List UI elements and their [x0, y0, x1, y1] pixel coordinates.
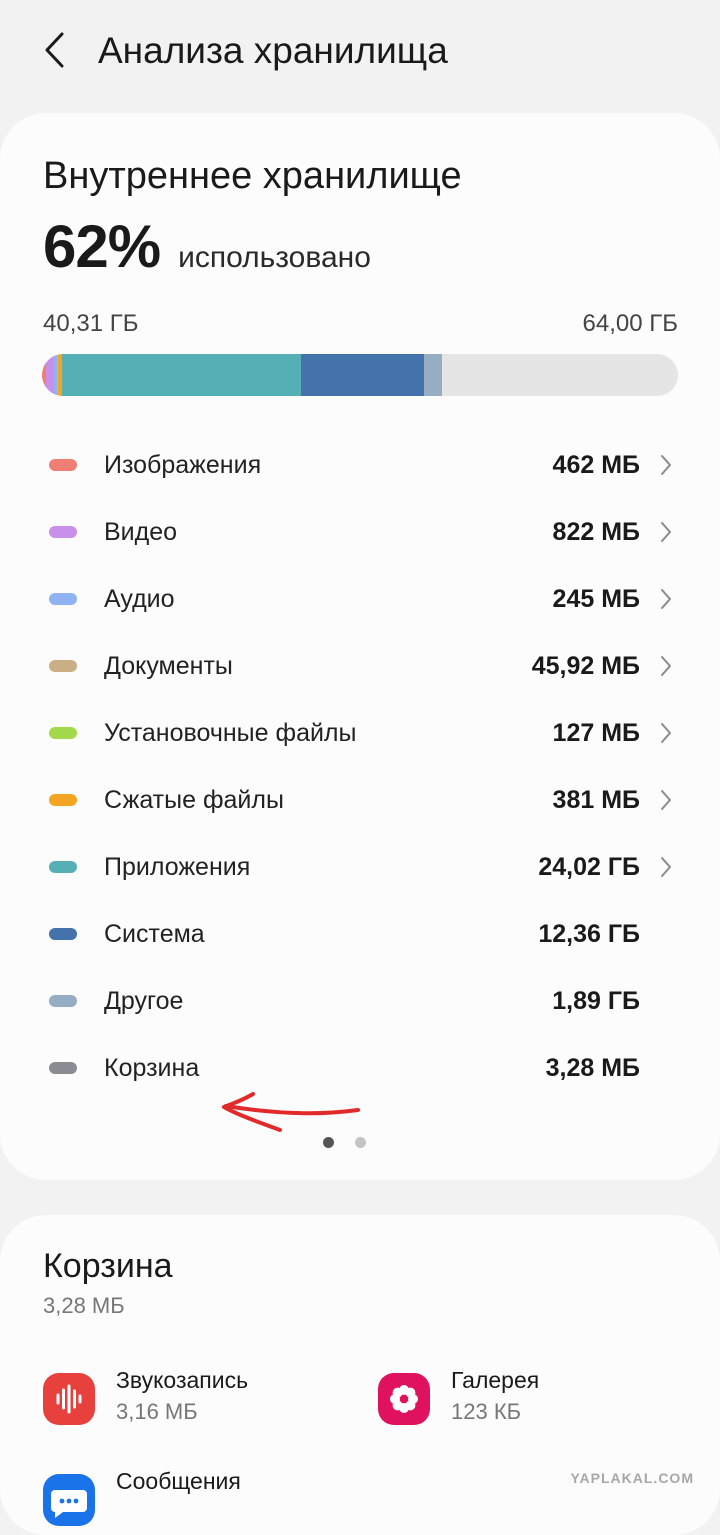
category-size: 245 МБ: [552, 585, 640, 613]
category-size: 381 МБ: [552, 786, 640, 814]
usage-percent-label: использовано: [178, 241, 371, 274]
usage-summary: 62% использовано: [43, 211, 371, 283]
app-bar: Анализа хранилища: [0, 0, 720, 100]
category-color-dot: [49, 794, 77, 806]
category-size: 822 МБ: [552, 518, 640, 546]
storage-usage-bar: [42, 354, 678, 396]
category-color-dot: [49, 861, 77, 873]
page-indicator: [0, 1135, 720, 1149]
chevron-right-icon: [661, 589, 671, 609]
category-label: Документы: [104, 652, 233, 680]
category-row[interactable]: Установочные файлы 127 МБ: [0, 699, 720, 766]
category-size: 127 МБ: [552, 719, 640, 747]
chevron-right-icon: [661, 656, 671, 676]
chevron-right-icon: [661, 522, 671, 542]
voice-recorder-icon: [43, 1373, 95, 1425]
chevron-right-icon: [661, 790, 671, 810]
handdrawn-arrow-annotation: [222, 1092, 360, 1132]
category-label: Приложения: [104, 853, 251, 881]
messages-icon: [43, 1474, 95, 1526]
app-size: 3,16 МБ: [116, 1399, 198, 1424]
category-size: 1,89 ГБ: [552, 987, 640, 1015]
usage-bar-segment: [300, 354, 424, 396]
gallery-flower-icon: [378, 1373, 430, 1425]
app-name: Галерея: [451, 1367, 540, 1393]
category-row: Другое 1,89 ГБ: [0, 967, 720, 1034]
category-color-dot: [49, 727, 77, 739]
category-color-dot: [49, 1062, 77, 1074]
page-dot[interactable]: [322, 1137, 334, 1148]
page-title: Анализа хранилища: [98, 30, 448, 71]
category-color-dot: [49, 526, 77, 538]
category-row[interactable]: Видео 822 МБ: [0, 498, 720, 565]
category-size: 12,36 ГБ: [538, 920, 640, 948]
chevron-right-icon: [661, 857, 671, 877]
usage-bar-segment: [423, 354, 443, 396]
category-label: Аудио: [104, 585, 175, 613]
category-label: Корзина: [104, 1054, 200, 1082]
usage-percent: 62%: [43, 213, 161, 280]
category-label: Установочные файлы: [104, 719, 357, 747]
trash-size: 3,28 МБ: [43, 1293, 125, 1318]
category-label: Сжатые файлы: [104, 786, 284, 814]
category-label: Видео: [104, 518, 178, 546]
app-size: 123 КБ: [451, 1399, 522, 1424]
category-row[interactable]: Изображения 462 МБ: [0, 431, 720, 498]
category-color-dot: [49, 928, 77, 940]
category-label: Изображения: [104, 451, 262, 479]
category-list: Изображения 462 МБ Видео 822 МБ Аудио 245 МБ Д…: [0, 431, 720, 1101]
storage-title: Внутреннее хранилище: [43, 155, 462, 197]
chevron-left-icon: [45, 32, 64, 68]
category-color-dot: [49, 459, 77, 471]
usage-bar-segment: [62, 354, 301, 396]
app-name: Сообщения: [116, 1468, 241, 1494]
category-color-dot: [49, 660, 77, 672]
used-amount: 40,31 ГБ: [43, 310, 139, 337]
category-row[interactable]: Приложения 24,02 ГБ: [0, 833, 720, 900]
category-color-dot: [49, 593, 77, 605]
category-size: 45,92 МБ: [531, 652, 640, 680]
total-amount: 64,00 ГБ: [582, 310, 678, 337]
page-dot[interactable]: [354, 1137, 366, 1148]
trash-title: Корзина: [43, 1247, 173, 1285]
category-size: 3,28 МБ: [545, 1054, 640, 1082]
watermark: YAPLAKAL.COM: [570, 1470, 694, 1486]
trash-card: Корзина 3,28 МБ Звукозапись 3,16 МБ Гале…: [0, 1215, 720, 1535]
usage-bar-segment: [46, 354, 55, 396]
chevron-right-icon: [661, 723, 671, 743]
category-color-dot: [49, 995, 77, 1007]
internal-storage-card: Внутреннее хранилище 62% использовано 40…: [0, 113, 720, 1180]
category-label: Другое: [104, 987, 184, 1015]
category-size: 24,02 ГБ: [538, 853, 640, 881]
category-row: Система 12,36 ГБ: [0, 900, 720, 967]
category-size: 462 МБ: [552, 451, 640, 479]
category-label: Система: [104, 920, 205, 948]
app-name: Звукозапись: [116, 1367, 249, 1393]
chevron-right-icon: [661, 455, 671, 475]
category-row[interactable]: Сжатые файлы 381 МБ: [0, 766, 720, 833]
category-row[interactable]: Аудио 245 МБ: [0, 565, 720, 632]
category-row[interactable]: Документы 45,92 МБ: [0, 632, 720, 699]
back-button[interactable]: [34, 28, 78, 72]
